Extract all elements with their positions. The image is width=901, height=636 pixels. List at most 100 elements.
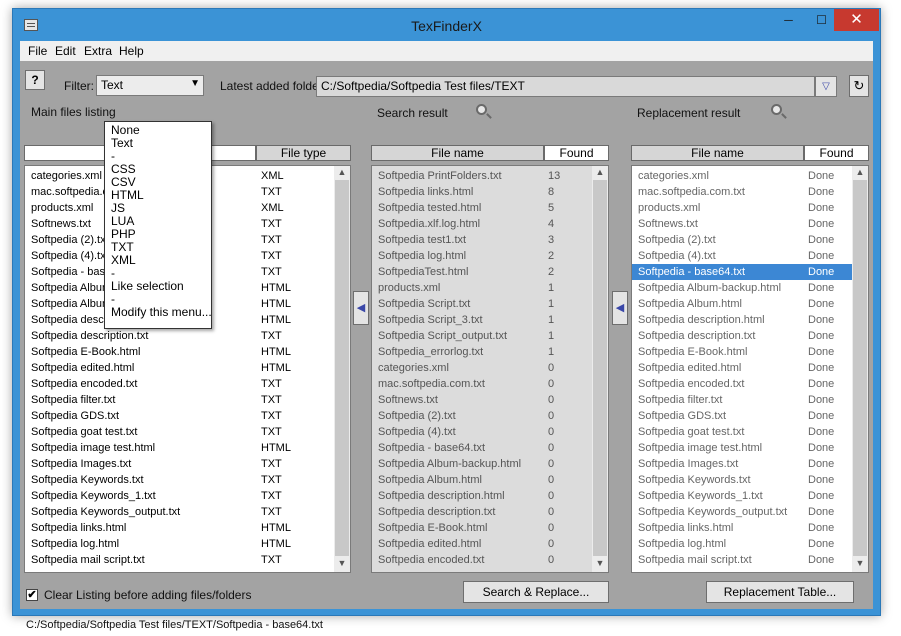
- search-replace-button[interactable]: Search & Replace...: [463, 581, 609, 603]
- close-button[interactable]: ✕: [834, 9, 879, 31]
- replacement-result-magnifier-icon[interactable]: [771, 104, 782, 115]
- folder-dropdown-button[interactable]: ▽: [815, 76, 837, 97]
- filter-menu-item[interactable]: Modify this menu...: [111, 306, 212, 319]
- table-row[interactable]: mac.softpedia.com.txt Done: [632, 184, 852, 200]
- table-row[interactable]: products.xml Done: [632, 200, 852, 216]
- menu-extra[interactable]: Extra: [84, 44, 112, 58]
- table-row[interactable]: Softpedia goat test.txt TXT: [25, 424, 334, 440]
- scroll-thumb[interactable]: [593, 180, 607, 556]
- table-row[interactable]: Softpedia edited.html 0: [372, 536, 592, 552]
- table-row[interactable]: Softpedia Images.txt Done: [632, 456, 852, 472]
- col-header-file-type[interactable]: File type: [256, 145, 351, 161]
- table-row[interactable]: Softpedia description.html 0: [372, 488, 592, 504]
- table-row[interactable]: Softpedia goat test.txt Done: [632, 424, 852, 440]
- table-row[interactable]: Softpedia (4).txt Done: [632, 248, 852, 264]
- table-row[interactable]: Softpedia E-Book.html 0: [372, 520, 592, 536]
- scroll-up-icon[interactable]: ▲: [334, 167, 350, 177]
- table-row[interactable]: Softpedia - base64.txt 0: [372, 440, 592, 456]
- filter-menu-item[interactable]: Like selection: [111, 280, 184, 293]
- table-row[interactable]: Softpedia PrintFolders.txt 13: [372, 168, 592, 184]
- table-row[interactable]: Softpedia Script_3.txt 1: [372, 312, 592, 328]
- table-row[interactable]: mac.softpedia.com.txt 0: [372, 376, 592, 392]
- menu-edit[interactable]: Edit: [55, 44, 76, 58]
- scroll-thumb[interactable]: [335, 180, 349, 556]
- scroll-down-icon[interactable]: ▼: [592, 558, 608, 568]
- table-row[interactable]: products.xml 1: [372, 280, 592, 296]
- table-row[interactable]: Softpedia filter.txt Done: [632, 392, 852, 408]
- table-row[interactable]: Softpedia_errorlog.txt 1: [372, 344, 592, 360]
- menu-file[interactable]: File: [28, 44, 47, 58]
- table-row[interactable]: Softpedia E-Book.html HTML: [25, 344, 334, 360]
- scroll-down-icon[interactable]: ▼: [334, 558, 350, 568]
- table-row[interactable]: Softpedia Keywords_output.txt Done: [632, 504, 852, 520]
- table-row[interactable]: Softpedia links.html HTML: [25, 520, 334, 536]
- scroll-thumb[interactable]: [853, 180, 867, 556]
- table-row[interactable]: Softpedia log.html 2: [372, 248, 592, 264]
- table-row[interactable]: Softpedia Album-backup.html 0: [372, 456, 592, 472]
- table-row[interactable]: Softpedia E-Book.html Done: [632, 344, 852, 360]
- search-result-magnifier-icon[interactable]: [476, 104, 487, 115]
- table-row[interactable]: Softpedia description.txt Done: [632, 328, 852, 344]
- table-row[interactable]: Softpedia GDS.txt TXT: [25, 408, 334, 424]
- minimize-button[interactable]: ─: [772, 9, 805, 31]
- table-row[interactable]: Softpedia description.html Done: [632, 312, 852, 328]
- table-row[interactable]: Softpedia Album.html Done: [632, 296, 852, 312]
- scroll-up-icon[interactable]: ▲: [852, 167, 868, 177]
- table-row[interactable]: Softpedia description.txt TXT: [25, 328, 334, 344]
- table-row[interactable]: Softpedia Keywords_1.txt TXT: [25, 488, 334, 504]
- table-row[interactable]: Softpedia encoded.txt 0: [372, 552, 592, 568]
- search-result-scrollbar[interactable]: ▲ ▼: [592, 166, 608, 572]
- table-row[interactable]: categories.xml Done: [632, 168, 852, 184]
- table-row[interactable]: SoftpediaTest.html 2: [372, 264, 592, 280]
- clear-listing-label[interactable]: Clear Listing before adding files/folder…: [44, 588, 251, 602]
- scroll-down-icon[interactable]: ▼: [852, 558, 868, 568]
- search-result-list[interactable]: Softpedia encoded.txt 0 Softpedia edited.h…: [371, 165, 609, 573]
- main-files-scrollbar[interactable]: ▲ ▼: [334, 166, 350, 572]
- table-row[interactable]: Softnews.txt 0: [372, 392, 592, 408]
- table-row[interactable]: Softpedia encoded.txt Done: [632, 376, 852, 392]
- table-row[interactable]: Softpedia mail script.txt TXT: [25, 552, 334, 568]
- col-header-search-file-name[interactable]: File name: [371, 145, 544, 161]
- table-row[interactable]: Softpedia.xlf.log.html 4: [372, 216, 592, 232]
- table-row[interactable]: Softpedia - base64.txt Done: [632, 264, 852, 280]
- table-row[interactable]: Softpedia Album.html 0: [372, 472, 592, 488]
- table-row[interactable]: Softpedia log.html HTML: [25, 536, 334, 552]
- refresh-button[interactable]: ↻: [849, 75, 869, 97]
- col-header-replace-file-name[interactable]: File name: [631, 145, 804, 161]
- table-row[interactable]: Softpedia image test.html HTML: [25, 440, 334, 456]
- col-header-replace-found[interactable]: Found: [804, 145, 869, 161]
- table-row[interactable]: Softpedia edited.html Done: [632, 360, 852, 376]
- table-row[interactable]: Softpedia (4).txt 0: [372, 424, 592, 440]
- move-left-arrow-icon[interactable]: ◀: [353, 291, 369, 325]
- table-row[interactable]: Softpedia GDS.txt Done: [632, 408, 852, 424]
- table-row[interactable]: Softpedia Keywords_output.txt TXT: [25, 504, 334, 520]
- table-row[interactable]: Softpedia (2).txt 0: [372, 408, 592, 424]
- clear-listing-checkbox[interactable]: ✔: [26, 589, 38, 601]
- table-row[interactable]: Softpedia links.html 8: [372, 184, 592, 200]
- replacement-table-button[interactable]: Replacement Table...: [706, 581, 854, 603]
- replacement-result-list[interactable]: Softpedia mail script.txt Done Softpedia l…: [631, 165, 869, 573]
- table-row[interactable]: categories.xml 0: [372, 360, 592, 376]
- table-row[interactable]: Softpedia Keywords.txt Done: [632, 472, 852, 488]
- table-row[interactable]: Softnews.txt Done: [632, 216, 852, 232]
- table-row[interactable]: Softpedia tested.html 5: [372, 200, 592, 216]
- menu-help[interactable]: Help: [119, 44, 144, 58]
- table-row[interactable]: Softpedia mail script.txt Done: [632, 552, 852, 568]
- table-row[interactable]: Softpedia edited.html HTML: [25, 360, 334, 376]
- table-row[interactable]: Softpedia links.html Done: [632, 520, 852, 536]
- table-row[interactable]: Softpedia Script.txt 1: [372, 296, 592, 312]
- table-row[interactable]: Softpedia Images.txt TXT: [25, 456, 334, 472]
- table-row[interactable]: Softpedia filter.txt TXT: [25, 392, 334, 408]
- filter-select[interactable]: Text ▼: [96, 75, 204, 96]
- table-row[interactable]: Softpedia image test.html Done: [632, 440, 852, 456]
- table-row[interactable]: Softpedia Keywords_1.txt Done: [632, 488, 852, 504]
- title-bar[interactable]: TexFinderX ─ ☐ ✕: [13, 9, 880, 41]
- table-row[interactable]: Softpedia description.txt 0: [372, 504, 592, 520]
- table-row[interactable]: Softpedia Album-backup.html Done: [632, 280, 852, 296]
- help-button[interactable]: ?: [25, 70, 45, 90]
- scroll-up-icon[interactable]: ▲: [592, 167, 608, 177]
- table-row[interactable]: Softpedia Script_output.txt 1: [372, 328, 592, 344]
- table-row[interactable]: Softpedia log.html Done: [632, 536, 852, 552]
- table-row[interactable]: Softpedia Keywords.txt TXT: [25, 472, 334, 488]
- filter-dropdown-menu[interactable]: None Text - CSS CSV HTML JS LUA PHP TXT XML - Like s…: [104, 121, 212, 329]
